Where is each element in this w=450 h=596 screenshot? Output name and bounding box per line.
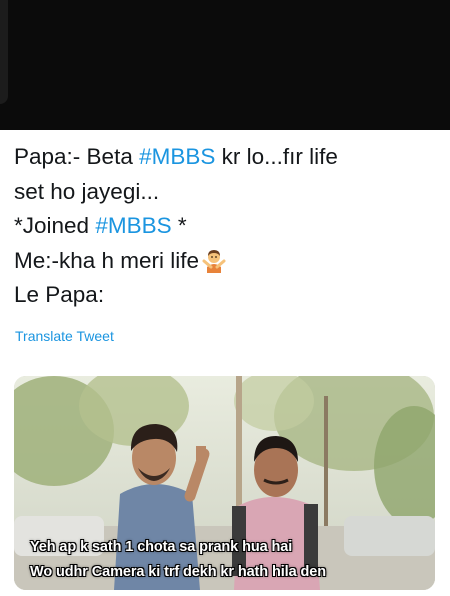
meme-caption-line-1: Yeh ap k sath 1 chota sa prank hua hai [30, 539, 293, 555]
tweet-text-part: kr lo...fır life [215, 144, 338, 169]
tweet-line-1: Papa:- Beta #MBBS kr lo...fır life [14, 140, 434, 175]
person-gesturing-no-emoji [202, 249, 226, 273]
tweet-text-part: Me:-kha h meri life [14, 247, 200, 273]
tweet-card: Papa:- Beta #MBBS kr lo...fır life set h… [0, 130, 450, 596]
top-band-corner [0, 0, 8, 104]
tweet-media-image[interactable]: Yeh ap k sath 1 chota sa prank hua hai W… [14, 376, 435, 590]
tweet-text-part: * [171, 213, 187, 238]
meme-scene-illustration [14, 376, 435, 590]
hashtag-mbbs-link[interactable]: #MBBS [139, 144, 215, 169]
tweet-line-2: set ho jayegi... [14, 178, 160, 204]
translate-tweet-link[interactable]: Translate Tweet [15, 328, 114, 344]
dark-top-band [0, 0, 450, 130]
tweet-line-3: *Joined #MBBS * [14, 209, 434, 244]
tweet-line-4: Me:-kha h meri life [14, 244, 434, 279]
meme-caption-line-2: Wo udhr Camera ki trf dekh kr hath hila … [30, 564, 326, 580]
tweet-text: Papa:- Beta #MBBS kr lo...fır life set h… [14, 140, 434, 313]
tweet-text-part: *Joined [14, 213, 96, 238]
tweet-text-part: Papa:- Beta [14, 144, 140, 169]
hashtag-mbbs-link-2[interactable]: #MBBS [95, 213, 171, 238]
